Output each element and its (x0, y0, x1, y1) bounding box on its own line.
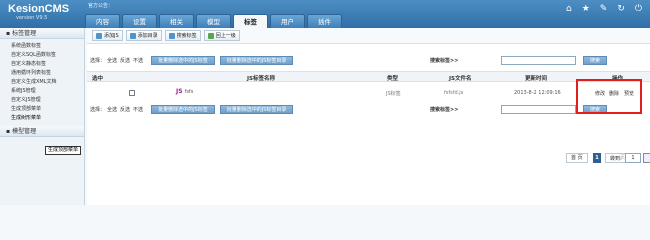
tag-file: fsfsfd.js (444, 90, 464, 96)
star-icon[interactable]: ★ (582, 4, 590, 14)
tag-type: JS标签 (386, 91, 401, 97)
pager: 首 页 1 上一页 转到: 1 (87, 153, 650, 165)
bulk-delete-js-button[interactable]: 批量删除选中的JS标签 (151, 56, 215, 65)
select-none-link-bottom[interactable]: 不选 (133, 106, 143, 113)
tab-tags[interactable]: 标签 (233, 14, 268, 28)
sidebar-item-static[interactable]: 自定义静态标签 (0, 60, 84, 69)
add-js-button[interactable]: 添加JS (92, 30, 123, 41)
add-dir-button[interactable]: 添加目录 (125, 30, 162, 41)
app-version: version V9.5 (16, 15, 48, 21)
goto-label: 转到: (610, 156, 622, 162)
search-label: 搜索标签>> (430, 58, 459, 64)
select-all-link[interactable]: 全选 (107, 57, 117, 64)
select-bar-bottom: 选择： 全选 反选 不选 批量删除选中的JS标签 批量删除选中的JS标签目录 搜… (87, 103, 650, 116)
select-invert-link[interactable]: 反选 (120, 57, 130, 64)
sidebar-item-top-menu[interactable]: 生成顶部菜单 (0, 105, 84, 114)
goto-input[interactable]: 1 (625, 153, 641, 163)
bulk-delete-js-button-bottom[interactable]: 批量删除选中的JS标签 (151, 105, 215, 114)
sidebar-section-tags[interactable]: ▪ 标签管理 (0, 28, 84, 39)
tag-updated: 2013-8-2 12:09:16 (514, 90, 561, 96)
main-panel: 添加JS 添加目录 搜索标签 回上一级 选择： 全选 反选 不选 批量删除选中的… (87, 28, 650, 205)
sidebar-item-sql-func[interactable]: 自定义SQL函数标签 (0, 51, 84, 60)
app-logo: KesionCMS (8, 3, 70, 15)
row-checkbox[interactable] (129, 90, 135, 96)
select-bar-top: 选择： 全选 反选 不选 批量删除选中的JS标签 批量删除选中的JS标签目录 搜… (87, 54, 650, 67)
top-icons: ⌂ ★ ✎ ↻ ⏻ (566, 4, 642, 14)
tab-settings[interactable]: 设置 (122, 14, 157, 28)
search-icon (168, 32, 175, 39)
table-row: JS fsfs JS标签 fsfsfd.js 2013-8-2 12:09:16 … (87, 87, 650, 100)
wrench-icon[interactable]: ✎ (600, 4, 608, 14)
select-all-link-bottom[interactable]: 全选 (107, 106, 117, 113)
add-icon (96, 32, 102, 39)
power-icon[interactable]: ⏻ (635, 4, 642, 14)
back-button[interactable]: 回上一级 (203, 30, 240, 41)
tooltip: 生成顶部菜单 (45, 146, 82, 155)
highlight-box (576, 79, 642, 114)
search-button[interactable]: 搜索 (583, 56, 607, 65)
bulk-delete-dir-button-bottom[interactable]: 批量删除选中的JS标签目录 (219, 105, 294, 114)
back-icon (207, 32, 214, 39)
table-header: 选中 JS标签名称 类型 JS文件名 更新时间 操作 (87, 71, 650, 82)
search-tags-button[interactable]: 搜索标签 (164, 30, 201, 41)
go-button[interactable] (643, 153, 650, 163)
sidebar-item-xml[interactable]: 自定义生成XML文档 (0, 78, 84, 87)
first-page-button[interactable]: 首 页 (566, 153, 588, 163)
home-icon[interactable]: ⌂ (566, 4, 572, 14)
tab-model[interactable]: 模型 (196, 14, 231, 28)
tab-content[interactable]: 内容 (85, 14, 120, 28)
main-nav: 内容 设置 相关 模型 标签 用户 插件 (85, 14, 344, 28)
folder-icon (129, 32, 136, 39)
top-bar: KesionCMS version V9.5 官方公告： 内容 设置 相关 模型… (0, 0, 650, 28)
search-label-bottom: 搜索标签>> (430, 107, 459, 113)
sidebar-section-models[interactable]: ▪ 模型管理 (0, 126, 84, 137)
tab-related[interactable]: 相关 (159, 14, 194, 28)
select-none-link[interactable]: 不选 (133, 57, 143, 64)
sidebar-item-system-js[interactable]: 系统JS管理 (0, 87, 84, 96)
sidebar-item-custom-js[interactable]: 自定义JS管理 (0, 96, 84, 105)
sidebar-item-loop-list[interactable]: 通用循环列表标签 (0, 69, 84, 78)
bulk-delete-dir-button[interactable]: 批量删除选中的JS标签目录 (219, 56, 294, 65)
notice-label: 官方公告： (88, 3, 114, 9)
toolbar: 添加JS 添加目录 搜索标签 回上一级 (87, 28, 650, 44)
search-input[interactable] (501, 56, 576, 65)
tab-users[interactable]: 用户 (270, 14, 305, 28)
search-input-bottom[interactable] (501, 105, 576, 114)
tag-name[interactable]: JS fsfs (176, 88, 193, 95)
sidebar: ▪ 标签管理 系统函数标签 自定义SQL函数标签 自定义静态标签 通用循环列表标签… (0, 28, 85, 205)
sidebar-item-tree-menu[interactable]: 生成树形菜单 (0, 114, 84, 123)
tab-plugins[interactable]: 插件 (307, 14, 342, 28)
refresh-icon[interactable]: ↻ (617, 4, 625, 14)
current-page[interactable]: 1 (593, 153, 601, 163)
sidebar-item-system-func[interactable]: 系统函数标签 (0, 42, 84, 51)
select-invert-link-bottom[interactable]: 反选 (120, 106, 130, 113)
